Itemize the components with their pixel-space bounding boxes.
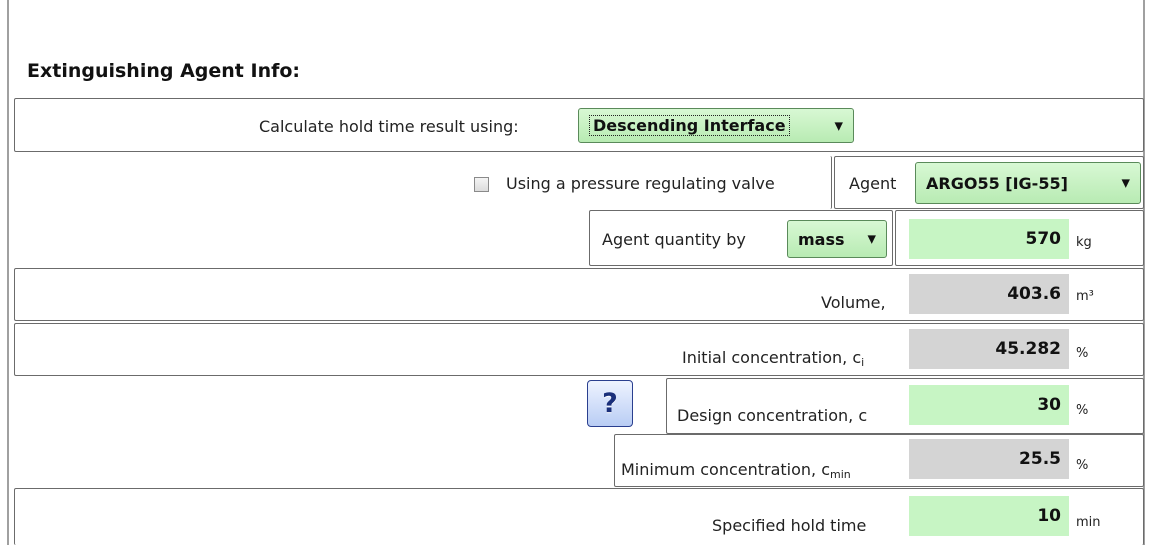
minimum-concentration-unit: % — [1076, 458, 1089, 473]
volume-value: 403.6 — [909, 274, 1069, 314]
hold-time-row: Specified hold time 10 min — [14, 488, 1144, 545]
design-concentration-unit: % — [1076, 403, 1089, 418]
design-concentration-input[interactable]: 30 — [909, 385, 1069, 425]
quantity-mode-dropdown[interactable]: mass ▼ — [787, 220, 887, 258]
initial-concentration-unit: % — [1076, 346, 1089, 361]
volume-unit: m³ — [1076, 289, 1094, 304]
chevron-down-icon: ▼ — [1121, 176, 1130, 190]
hold-time-method-label: Calculate hold time result using: — [259, 117, 519, 136]
agent-label: Agent — [849, 174, 897, 193]
quantity-label: Agent quantity by — [602, 230, 746, 249]
agent-dropdown[interactable]: ARGO55 [IG-55] ▼ — [915, 162, 1141, 204]
hold-time-method-dropdown[interactable]: Descending Interface ▼ — [578, 108, 854, 143]
hold-time-unit: min — [1076, 515, 1101, 530]
design-concentration-label: Design concentration, c — [677, 406, 868, 425]
quantity-value-row: 570 kg — [895, 210, 1144, 266]
quantity-mode-value: mass — [798, 229, 845, 249]
volume-label: Volume, — [821, 293, 886, 312]
initial-concentration-label: Initial concentration, ci — [682, 348, 865, 369]
volume-row: Volume, 403.6 m³ — [14, 268, 1144, 321]
agent-row: Agent ARGO55 [IG-55] ▼ — [834, 156, 1144, 209]
minimum-concentration-row: Minimum concentration, cmin 25.5 % — [614, 434, 1144, 487]
left-edge — [7, 0, 9, 545]
hold-time-label: Specified hold time — [712, 516, 867, 535]
chevron-down-icon: ▼ — [867, 232, 876, 246]
hold-time-method-value: Descending Interface — [589, 115, 790, 136]
initial-concentration-value: 45.282 — [909, 329, 1069, 369]
quantity-input[interactable]: 570 — [909, 219, 1069, 259]
quantity-mode-row: Agent quantity by mass ▼ — [589, 210, 893, 266]
section-title: Extinguishing Agent Info: — [27, 60, 301, 82]
question-icon: ? — [602, 388, 618, 419]
minimum-concentration-value: 25.5 — [909, 439, 1069, 479]
agent-value: ARGO55 [IG-55] — [926, 173, 1068, 193]
help-button[interactable]: ? — [587, 380, 633, 427]
hold-time-method-row: Calculate hold time result using: Descen… — [14, 98, 1144, 152]
initial-concentration-row: Initial concentration, ci 45.282 % — [14, 323, 1144, 376]
quantity-unit: kg — [1076, 235, 1092, 250]
design-concentration-row: Design concentration, c 30 % — [666, 378, 1144, 434]
minimum-concentration-label: Minimum concentration, cmin — [621, 460, 851, 481]
pressure-valve-checkbox[interactable] — [474, 177, 489, 192]
chevron-down-icon: ▼ — [834, 119, 843, 132]
pressure-valve-row: Using a pressure regulating valve — [14, 156, 832, 209]
hold-time-input[interactable]: 10 — [909, 496, 1069, 536]
pressure-valve-label: Using a pressure regulating valve — [506, 174, 775, 193]
